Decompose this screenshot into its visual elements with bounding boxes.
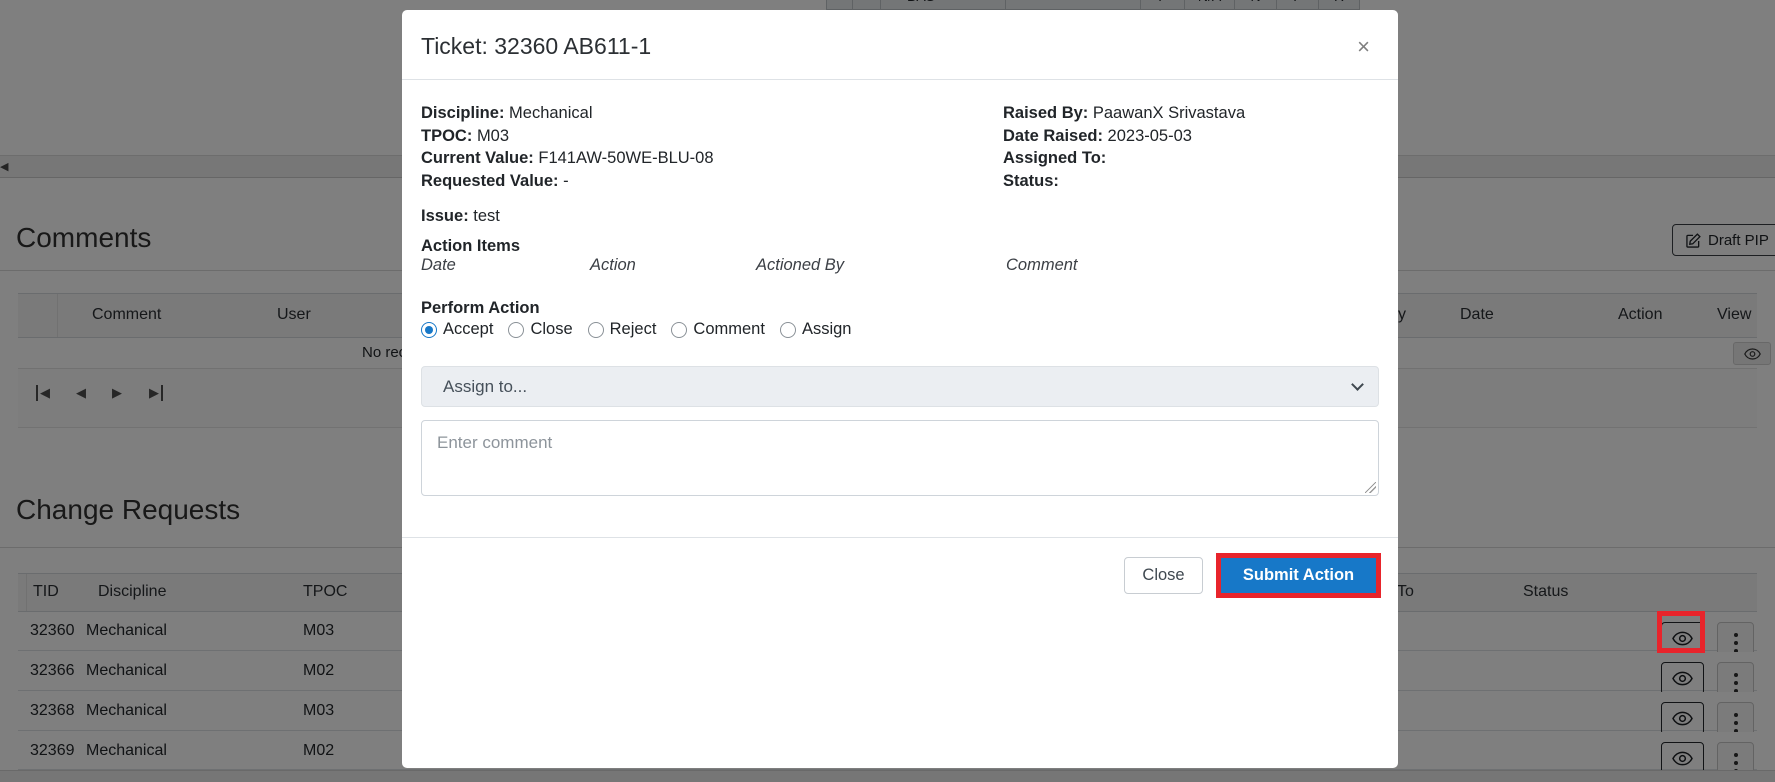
field-current-value: Current Value: F141AW-50WE-BLU-08 bbox=[421, 147, 714, 170]
assign-to-select[interactable]: Assign to... bbox=[421, 366, 1379, 407]
radio-icon bbox=[588, 322, 604, 338]
ticket-modal: Ticket: 32360 AB611-1 × Discipline: Mech… bbox=[402, 10, 1398, 768]
field-date-raised: Date Raised: 2023-05-03 bbox=[1003, 125, 1245, 148]
field-label: Current Value: bbox=[421, 149, 534, 167]
submit-action-highlight: Submit Action bbox=[1216, 553, 1381, 598]
radio-label: Accept bbox=[443, 320, 493, 339]
field-value: M03 bbox=[477, 127, 509, 145]
field-tpoc: TPOC: M03 bbox=[421, 125, 714, 148]
ai-col-comment: Comment bbox=[1006, 256, 1078, 275]
submit-action-button[interactable]: Submit Action bbox=[1221, 558, 1376, 593]
select-value: Assign to... bbox=[443, 377, 527, 396]
field-value: 2023-05-03 bbox=[1108, 127, 1192, 145]
radio-assign[interactable]: Assign bbox=[780, 320, 852, 339]
field-label: Status: bbox=[1003, 172, 1059, 190]
ticket-fields-left: Discipline: Mechanical TPOC: M03 Current… bbox=[421, 102, 714, 192]
radio-label: Close bbox=[530, 320, 572, 339]
field-requested-value: Requested Value: - bbox=[421, 170, 714, 193]
radio-label: Reject bbox=[610, 320, 657, 339]
comment-textarea[interactable] bbox=[421, 420, 1379, 496]
radio-comment[interactable]: Comment bbox=[671, 320, 765, 339]
close-icon[interactable]: × bbox=[1357, 34, 1370, 60]
perform-action-radios: Accept Close Reject Comment Assign bbox=[421, 320, 851, 339]
field-label: TPOC: bbox=[421, 127, 472, 145]
chevron-down-icon bbox=[1351, 378, 1364, 391]
radio-reject[interactable]: Reject bbox=[588, 320, 657, 339]
field-label: Assigned To: bbox=[1003, 149, 1106, 167]
radio-icon bbox=[508, 322, 524, 338]
radio-icon bbox=[421, 322, 437, 338]
field-label: Discipline: bbox=[421, 104, 504, 122]
radio-icon bbox=[780, 322, 796, 338]
resize-grip-icon[interactable] bbox=[1365, 482, 1376, 493]
field-issue: Issue: test bbox=[421, 207, 500, 226]
radio-close[interactable]: Close bbox=[508, 320, 572, 339]
field-discipline: Discipline: Mechanical bbox=[421, 102, 714, 125]
view-button-highlight bbox=[1657, 611, 1705, 653]
field-raised-by: Raised By: PaawanX Srivastava bbox=[1003, 102, 1245, 125]
field-label: Raised By: bbox=[1003, 104, 1088, 122]
modal-footer-divider bbox=[402, 537, 1398, 538]
field-value: test bbox=[473, 207, 500, 225]
app-screen: BAS F N/A N F R ◀ Comments Comment User … bbox=[0, 0, 1775, 782]
close-button[interactable]: Close bbox=[1124, 557, 1203, 594]
field-label: Requested Value: bbox=[421, 172, 559, 190]
radio-icon bbox=[671, 322, 687, 338]
field-status: Status: bbox=[1003, 170, 1245, 193]
perform-action-title: Perform Action bbox=[421, 299, 540, 318]
modal-title: Ticket: 32360 AB611-1 bbox=[421, 33, 651, 60]
field-label: Date Raised: bbox=[1003, 127, 1103, 145]
field-value: Mechanical bbox=[509, 104, 592, 122]
ai-col-date: Date bbox=[421, 256, 456, 275]
action-items-title: Action Items bbox=[421, 237, 520, 256]
field-assigned-to: Assigned To: bbox=[1003, 147, 1245, 170]
field-value: - bbox=[563, 172, 569, 190]
ai-col-actioned-by: Actioned By bbox=[756, 256, 844, 275]
radio-label: Assign bbox=[802, 320, 852, 339]
radio-label: Comment bbox=[693, 320, 765, 339]
field-value: F141AW-50WE-BLU-08 bbox=[538, 149, 713, 167]
ai-col-action: Action bbox=[590, 256, 636, 275]
ticket-fields-right: Raised By: PaawanX Srivastava Date Raise… bbox=[1003, 102, 1245, 192]
field-label: Issue: bbox=[421, 207, 469, 225]
radio-accept[interactable]: Accept bbox=[421, 320, 493, 339]
modal-header: Ticket: 32360 AB611-1 × bbox=[402, 10, 1398, 80]
field-value: PaawanX Srivastava bbox=[1093, 104, 1245, 122]
